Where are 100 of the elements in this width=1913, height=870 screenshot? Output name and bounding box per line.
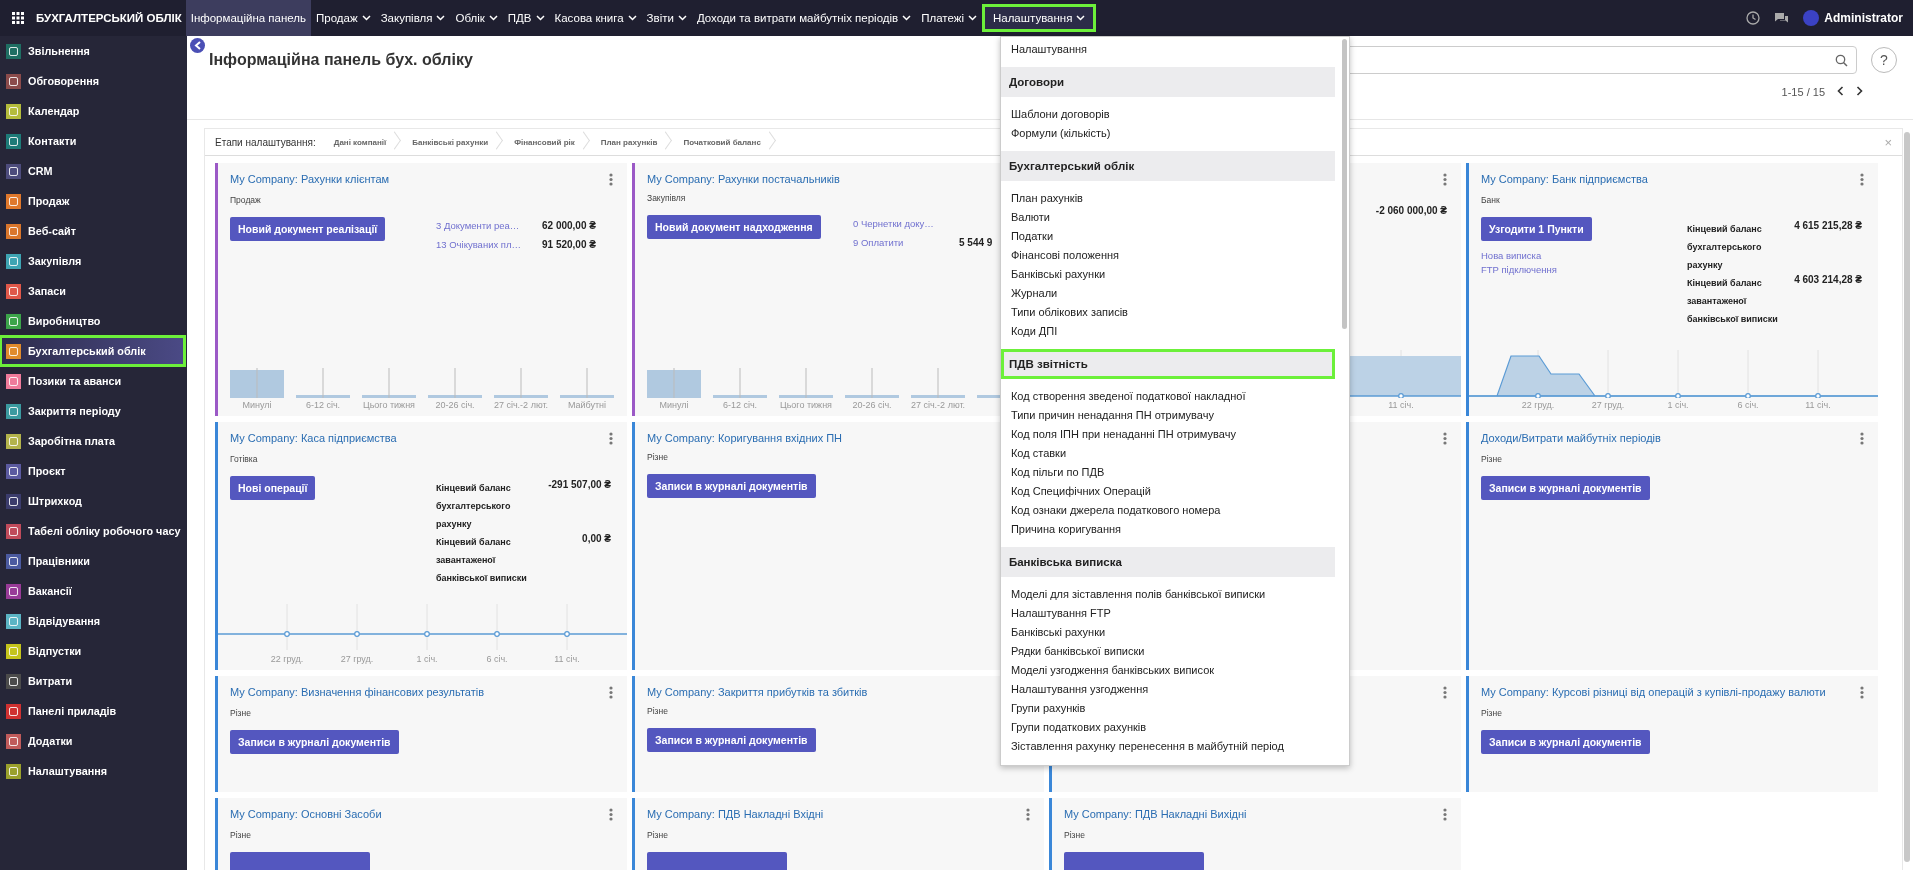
count-link[interactable]: 0 Чернетки доку… bbox=[853, 218, 959, 229]
action-button[interactable]: Записи в журналі документів bbox=[230, 730, 399, 754]
dropdown-item[interactable]: Код ставки bbox=[1000, 444, 1335, 463]
dropdown-item[interactable]: Формули (кількість) bbox=[1000, 124, 1335, 143]
menu-item[interactable]: ПДВ bbox=[502, 4, 550, 32]
sidebar-item[interactable]: Панелі приладів bbox=[0, 696, 185, 726]
count-link[interactable]: 3 Документи реа… bbox=[436, 220, 542, 231]
dropdown-item[interactable]: Фінансові положення bbox=[1000, 246, 1335, 265]
setup-step[interactable]: Початковий баланс bbox=[675, 129, 779, 155]
dropdown-item[interactable]: Код Специфічних Операцій bbox=[1000, 482, 1335, 501]
sidebar-item[interactable]: Відвідування bbox=[0, 606, 185, 636]
journal-link[interactable]: Нова виписка bbox=[1481, 250, 1542, 261]
menu-item[interactable]: Доходи та витрати майбутніх періодів bbox=[691, 4, 917, 32]
journal-title[interactable]: My Company: ПДВ Накладні Вхідні bbox=[647, 808, 824, 820]
journal-title[interactable]: My Company: Рахунки клієнтам bbox=[230, 173, 390, 185]
menu-item[interactable]: Закупівля bbox=[375, 4, 451, 32]
setup-step[interactable]: Дані компанії bbox=[325, 129, 405, 155]
menu-item[interactable]: Інформаційна панель bbox=[185, 0, 312, 36]
journal-title[interactable]: My Company: Основні Засоби bbox=[230, 808, 382, 820]
dropdown-item[interactable]: Код поля ІПН при ненаданні ПН отримувачу bbox=[1000, 425, 1335, 444]
sidebar-item[interactable]: Продаж bbox=[0, 186, 185, 216]
journal-title[interactable]: My Company: Каса підприємства bbox=[230, 432, 397, 444]
sidebar-item[interactable]: Закупівля bbox=[0, 246, 185, 276]
journal-title[interactable]: My Company: Рахунки постачальників bbox=[647, 173, 840, 185]
sidebar-item[interactable]: Вакансії bbox=[0, 576, 185, 606]
chat-icon[interactable] bbox=[1774, 11, 1790, 25]
dropdown-item[interactable]: Налаштування bbox=[1000, 40, 1335, 59]
action-button[interactable]: Узгодити 1 Пункти bbox=[1481, 217, 1592, 241]
back-button[interactable] bbox=[190, 38, 205, 53]
sidebar-item[interactable]: Позики та аванси bbox=[0, 366, 185, 396]
sidebar-item[interactable]: Закриття періоду bbox=[0, 396, 185, 426]
clock-icon[interactable] bbox=[1746, 11, 1761, 25]
dropdown-item[interactable]: Рядки банківської виписки bbox=[1000, 642, 1335, 661]
menu-item[interactable]: Касова книга bbox=[549, 4, 642, 32]
action-button[interactable]: Новий документ надходження bbox=[647, 215, 821, 239]
dropdown-item[interactable]: Код пільги по ПДВ bbox=[1000, 463, 1335, 482]
dropdown-item[interactable]: Моделі для зіставлення полів банківської виписки bbox=[1000, 585, 1335, 604]
sidebar-item[interactable]: Додатки bbox=[0, 726, 185, 756]
sidebar-item[interactable]: Налаштування bbox=[0, 756, 185, 786]
dropdown-item[interactable]: Типи причин ненадання ПН отримувачу bbox=[1000, 406, 1335, 425]
journal-title[interactable]: My Company: Закриття прибутків та збитків bbox=[647, 686, 868, 698]
journal-title[interactable]: Доходи/Витрати майбутніх періодів bbox=[1481, 432, 1661, 444]
dropdown-item[interactable]: Код створення зведеної податкової накладної bbox=[1000, 387, 1335, 406]
dropdown-item[interactable]: Групи рахунків bbox=[1000, 699, 1335, 718]
dropdown-item[interactable]: Моделі узгодження банківських виписок bbox=[1000, 661, 1335, 680]
sidebar-item[interactable]: Обговорення bbox=[0, 66, 185, 96]
page-scrollbar[interactable] bbox=[1904, 132, 1910, 862]
dropdown-item[interactable]: Податки bbox=[1000, 227, 1335, 246]
sidebar-item[interactable]: Відпустки bbox=[0, 636, 185, 666]
dropdown-item[interactable]: Журнали bbox=[1000, 284, 1335, 303]
dropdown-item[interactable]: Шаблони договорів bbox=[1000, 105, 1335, 124]
sidebar-item[interactable]: Працівники bbox=[0, 546, 185, 576]
sidebar-item[interactable]: Табелі обліку робочого часу bbox=[0, 516, 185, 546]
action-button[interactable]: Записи в журналі документів bbox=[647, 728, 816, 752]
sidebar-item[interactable]: Календар bbox=[0, 96, 185, 126]
menu-item[interactable]: Продаж bbox=[311, 4, 376, 32]
dropdown-item[interactable]: Причина коригування bbox=[1000, 520, 1335, 539]
dropdown-item[interactable]: Банківські рахунки bbox=[1000, 265, 1335, 284]
dropdown-item[interactable]: Валюти bbox=[1000, 208, 1335, 227]
sidebar-item[interactable]: Веб-сайт bbox=[0, 216, 185, 246]
menu-item[interactable]: Облік bbox=[450, 4, 503, 32]
dropdown-item[interactable]: Банківські рахунки bbox=[1000, 623, 1335, 642]
setup-step[interactable]: Фінансовий рік bbox=[506, 129, 593, 155]
journal-link[interactable]: FTP підключення bbox=[1481, 264, 1557, 275]
dropdown-item[interactable]: Код ознаки джерела податкового номера bbox=[1000, 501, 1335, 520]
journal-title[interactable]: My Company: Банк підприємства bbox=[1481, 173, 1648, 185]
journal-title[interactable]: My Company: Визначення фінансових результатів bbox=[230, 686, 485, 698]
dropdown-item[interactable]: Налаштування FTP bbox=[1000, 604, 1335, 623]
sidebar-item[interactable]: Бухгалтерський облік bbox=[0, 336, 185, 366]
action-button[interactable]: Записи в журналі документів bbox=[1481, 730, 1650, 754]
menu-item[interactable]: Звіти bbox=[641, 4, 692, 32]
dropdown-item[interactable]: Налаштування узгодження bbox=[1000, 680, 1335, 699]
dropdown-item[interactable]: Групи податкових рахунків bbox=[1000, 718, 1335, 737]
dropdown-item[interactable]: Зіставлення рахунку перенесення в майбутній період bbox=[1000, 737, 1335, 756]
action-button[interactable]: Нові операції bbox=[230, 476, 316, 500]
menu-item[interactable]: Платежі bbox=[916, 4, 982, 32]
count-link[interactable]: 9 Оплатити bbox=[853, 237, 959, 248]
search-icon[interactable] bbox=[1835, 53, 1848, 67]
sidebar-item[interactable]: Штрихкод bbox=[0, 486, 185, 516]
setup-step[interactable]: План рахунків bbox=[592, 129, 676, 155]
scrollbar[interactable] bbox=[1341, 39, 1347, 329]
sidebar-item[interactable]: CRM bbox=[0, 156, 185, 186]
sidebar-item[interactable]: Проєкт bbox=[0, 456, 185, 486]
journal-title[interactable]: My Company: Коригування вхідних ПН bbox=[647, 432, 843, 444]
sidebar-item[interactable]: Звільнення bbox=[0, 36, 185, 66]
action-button[interactable]: Записи в журналі документів bbox=[1481, 476, 1650, 500]
sidebar-item[interactable]: Заробітна плата bbox=[0, 426, 185, 456]
count-link[interactable]: 13 Очікуваних пл… bbox=[436, 239, 542, 250]
sidebar-item[interactable]: Витрати bbox=[0, 666, 185, 696]
sidebar-item[interactable]: Запаси bbox=[0, 276, 185, 306]
action-button[interactable]: Новий документ реалізації bbox=[230, 217, 386, 241]
sidebar-item[interactable]: Контакти bbox=[0, 126, 185, 156]
menu-item[interactable]: Налаштування bbox=[981, 4, 1097, 32]
dropdown-item[interactable]: План рахунків bbox=[1000, 189, 1335, 208]
setup-step[interactable]: Банківські рахунки bbox=[404, 129, 507, 155]
avatar[interactable] bbox=[1803, 10, 1820, 26]
apps-grid-icon[interactable] bbox=[12, 12, 24, 24]
action-button[interactable]: Записи в журналі документів bbox=[647, 474, 816, 498]
dropdown-item[interactable]: Типи облікових записів bbox=[1000, 303, 1335, 322]
journal-title[interactable]: My Company: ПДВ Накладні Вихідні bbox=[1064, 808, 1247, 820]
